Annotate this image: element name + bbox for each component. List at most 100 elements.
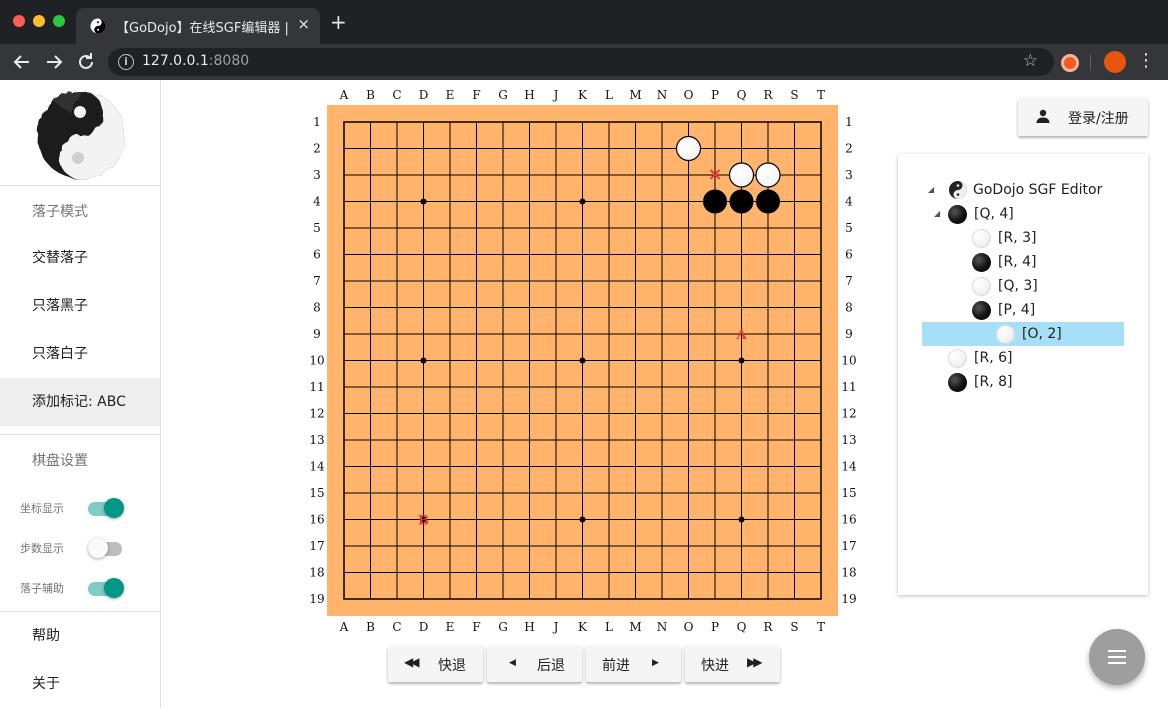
fab-menu-button[interactable] [1089,629,1145,685]
star-point [579,357,586,364]
address-bar[interactable]: i 127.0.0.1:8080 ☆ [108,48,1054,76]
column-label: A [339,88,349,102]
row-label: 1 [313,115,321,129]
profile-avatar-icon[interactable] [1104,51,1126,73]
tree-node[interactable]: [R, 4] [952,250,1102,274]
back-button[interactable]: ◀ 后退 [487,646,582,682]
black-stone-icon [948,373,967,392]
star-point [579,516,586,523]
tree-node[interactable]: [R, 8] [928,370,1078,394]
row-label: 4 [845,195,853,209]
toolbar-divider [1090,54,1091,70]
tree-node[interactable]: ◢ [Q, 4] [928,202,1078,226]
column-label: D [419,88,429,102]
column-label: N [657,620,668,634]
login-label: 登录/注册 [1068,111,1129,127]
minimize-window-button[interactable] [33,15,45,27]
column-label: L [605,88,613,102]
browser-menu-icon[interactable]: ⋮ [1136,49,1156,73]
placement-assist-toggle[interactable] [88,578,124,598]
row-label: 13 [309,433,324,447]
tree-node[interactable]: [R, 3] [952,226,1102,250]
fast-forward-button[interactable]: 快进 ▶▶ [685,646,780,682]
browser-tab-bar: 【GoDojo】在线SGF编辑器 | SGF × + [0,0,1168,44]
row-label: 9 [845,327,853,341]
fast-back-button[interactable]: ◀◀ 快退 [388,646,483,682]
column-label: B [366,620,375,634]
tree-node[interactable]: [Q, 3] [952,274,1102,298]
star-point [420,198,427,205]
column-label: E [446,620,455,634]
collapse-arrow-icon[interactable]: ◢ [934,202,940,226]
browser-toolbar: i 127.0.0.1:8080 ☆ ⋮ [0,44,1168,80]
tree-node[interactable]: [P, 4] [952,298,1102,322]
column-label: B [366,88,375,102]
mode-item-add-marker[interactable]: 添加标记: ABC [0,378,160,426]
row-label: 12 [841,407,856,421]
back-label: 后退 [537,658,565,674]
column-label: C [392,620,401,634]
forward-arrow-icon[interactable] [42,50,66,74]
tree-node-label: [R, 8] [974,374,1013,390]
row-label: 6 [845,248,853,262]
sidebar-divider [0,434,160,435]
column-label: N [657,88,668,102]
move-numbers-toggle[interactable] [88,538,124,558]
tree-root-label: GoDojo SGF Editor [973,182,1103,198]
star-point [579,198,586,205]
black-stone [703,189,727,214]
column-label: R [763,620,773,634]
star-point [738,516,745,523]
login-register-button[interactable]: 登录/注册 [1018,98,1148,136]
board-marker: A [735,328,747,343]
help-menu-item[interactable]: 帮助 [0,612,160,660]
collapse-arrow-icon[interactable]: ◢ [928,178,934,202]
tree-node[interactable]: [R, 6] [928,346,1078,370]
new-tab-button[interactable]: + [330,11,347,33]
toggle-row-placement-assist: 落子辅助 [0,574,160,602]
row-label: 15 [309,486,324,500]
column-label: M [629,620,641,634]
fast-forward-label: 快进 [701,658,729,674]
forward-label: 前进 [602,658,630,674]
coordinates-toggle[interactable] [88,498,124,518]
back-arrow-icon[interactable] [10,50,34,74]
browser-tab[interactable]: 【GoDojo】在线SGF编辑器 | SGF × [76,8,320,44]
white-stone-icon [948,349,967,368]
column-label: A [339,620,349,634]
close-window-button[interactable] [13,15,25,27]
column-label: H [524,88,534,102]
white-stone [675,135,702,162]
bookmark-star-icon[interactable]: ☆ [1023,51,1038,71]
extension-icon[interactable] [1061,54,1079,72]
about-menu-item[interactable]: 关于 [0,660,160,708]
column-label: F [472,620,480,634]
mode-item-white-only[interactable]: 只落白子 [0,330,160,378]
row-label: 16 [841,513,856,527]
go-board[interactable]: AABBCCDDEEFFGGHHJJKKLLMMNNOOPPQQRRSSTT1 1… [300,80,880,640]
reload-icon[interactable] [74,50,98,74]
mode-item-alternate[interactable]: 交替落子 [0,234,160,282]
row-label: 5 [845,221,853,235]
white-stone-icon [972,277,991,296]
board-marker: B [418,514,429,529]
column-label: T [817,620,825,634]
sidebar: 落子模式 交替落子 只落黑子 只落白子 添加标记: ABC 棋盘设置 坐标显示 … [0,80,161,708]
yin-yang-icon [949,181,967,199]
close-tab-icon[interactable]: × [297,15,310,33]
column-label: S [790,620,798,634]
row-label: 4 [313,195,321,209]
forward-button[interactable]: 前进 ▶ [586,646,681,682]
maximize-window-button[interactable] [53,15,65,27]
site-info-icon[interactable]: i [118,54,134,70]
row-label: 8 [313,301,321,315]
mode-item-black-only[interactable]: 只落黑子 [0,282,160,330]
column-label: K [578,620,588,634]
row-label: 11 [841,380,856,394]
tree-node-label: [Q, 3] [998,278,1038,294]
column-label: O [684,88,694,102]
row-label: 14 [309,460,325,474]
tree-node[interactable]: [O, 2] [922,322,1124,346]
row-label: 10 [841,354,856,368]
tree-root-node[interactable]: ◢ GoDojo SGF Editor [928,178,1128,202]
